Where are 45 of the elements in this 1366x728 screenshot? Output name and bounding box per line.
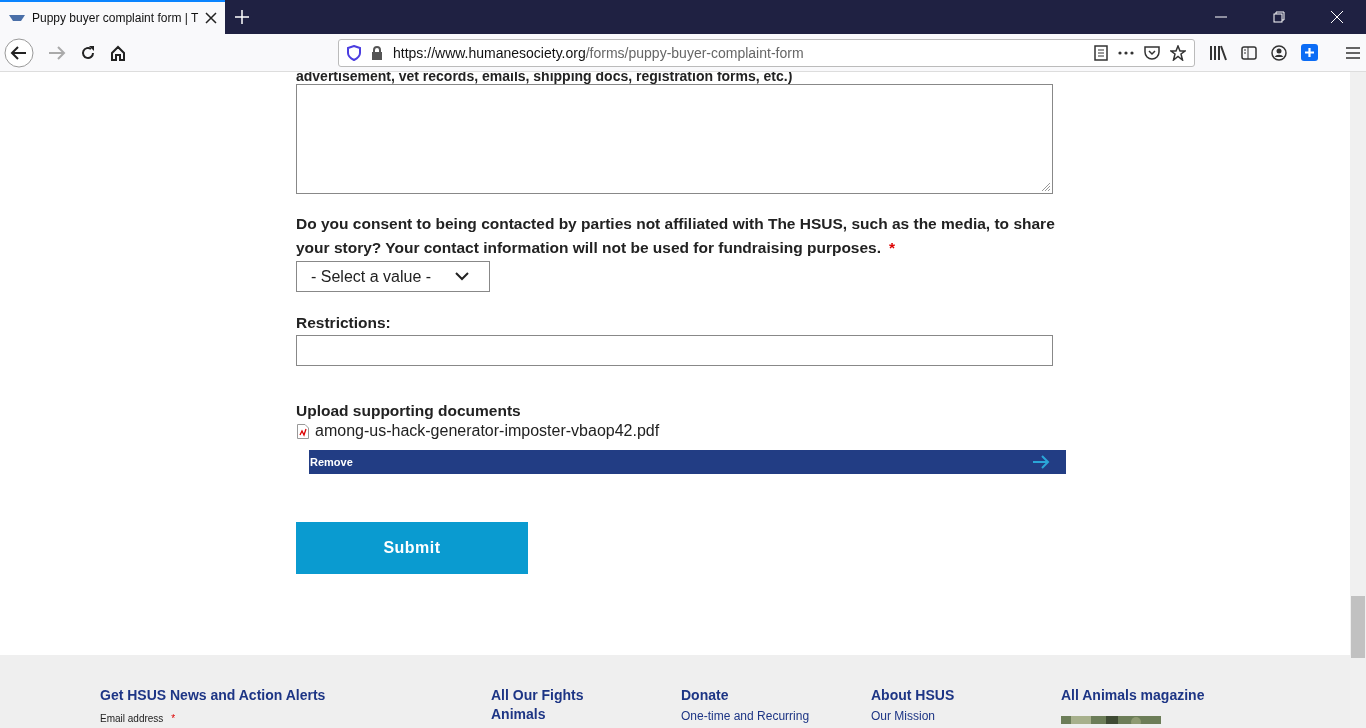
required-mark: *: [171, 713, 176, 724]
tab-title: Puppy buyer complaint form | T: [32, 11, 199, 25]
footer-heading[interactable]: Get HSUS News and Action Alerts: [100, 687, 491, 703]
account-icon[interactable]: [1271, 44, 1287, 61]
star-icon[interactable]: [1170, 45, 1186, 61]
plus-icon[interactable]: [235, 10, 249, 24]
lock-icon: [371, 46, 383, 60]
footer-link[interactable]: One-time and Recurring: [681, 709, 871, 723]
home-icon[interactable]: [110, 44, 126, 61]
back-icon[interactable]: [4, 37, 34, 68]
footer-heading[interactable]: Donate: [681, 687, 871, 703]
address-bar[interactable]: https://www.humanesociety.org/forms/puppy-buyer-complaint-form: [338, 39, 1195, 67]
field-label: Upload supporting documents: [296, 401, 522, 421]
plus-icon[interactable]: [1301, 44, 1318, 61]
remove-button[interactable]: Remove: [309, 450, 1066, 474]
library-icon[interactable]: [1209, 44, 1227, 61]
pdf-file-icon: [297, 423, 309, 439]
footer-heading[interactable]: All Animals magazine: [1061, 687, 1205, 703]
sidebar-icon[interactable]: [1241, 45, 1257, 60]
arrow-right-icon: [1032, 455, 1050, 469]
footer-heading[interactable]: All Our Fights: [491, 687, 681, 703]
url-text: https://www.humanesociety.org/forms/puppy-buyer-complaint-form: [393, 45, 804, 61]
chevron-down-icon: [455, 272, 469, 281]
scrollbar[interactable]: [1350, 72, 1366, 728]
reload-icon[interactable]: [80, 44, 96, 61]
consent-question: Do you consent to being contacted by parties not affiliated with The HSUS, such as the media, to share your story? Your contact information will not be used for fundraising purposes. *: [296, 214, 1056, 258]
more-icon[interactable]: [1118, 51, 1134, 55]
text-area[interactable]: [296, 84, 1053, 194]
select-dropdown[interactable]: - Select a value -: [296, 261, 490, 292]
shield-icon: [347, 45, 361, 61]
footer-link[interactable]: Our Mission: [871, 709, 1061, 723]
browser-tab[interactable]: Puppy buyer complaint form | T: [0, 0, 225, 34]
field-label: Email address: [100, 713, 164, 724]
reader-icon[interactable]: [1094, 45, 1108, 61]
footer-link[interactable]: Animals: [491, 706, 681, 722]
menu-icon[interactable]: [1346, 46, 1360, 59]
resize-grip-icon[interactable]: [1042, 183, 1050, 191]
file-link[interactable]: among-us-hack-generator-imposter-vbaop42.pdf: [315, 422, 660, 440]
close-icon[interactable]: [205, 12, 217, 24]
logo-icon: [8, 13, 26, 23]
footer-heading[interactable]: About HSUS: [871, 687, 1061, 703]
pocket-icon[interactable]: [1144, 45, 1160, 61]
field-label: Restrictions:: [296, 313, 392, 333]
input-field[interactable]: [296, 335, 1053, 366]
restore-icon[interactable]: [1273, 11, 1285, 23]
